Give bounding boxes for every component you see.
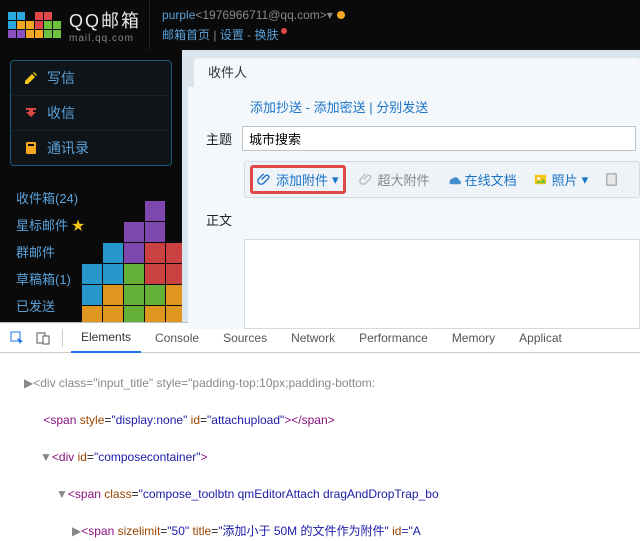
nav-contacts[interactable]: 通讯录 <box>11 131 171 165</box>
devtools-dom-tree[interactable]: ▶<div class="input_title" style="padding… <box>0 353 640 541</box>
inspect-icon[interactable] <box>6 327 28 349</box>
compose-toolbar: 添加附件 ▾ 超大附件 在线文档 照片 ▾ <box>244 161 640 198</box>
device-icon[interactable] <box>32 327 54 349</box>
contacts-icon <box>23 140 39 156</box>
body-label: 正文 <box>196 210 242 229</box>
document-icon <box>604 172 619 187</box>
subject-label: 主题 <box>196 129 242 148</box>
paperclip-large-icon <box>359 172 374 187</box>
link-settings[interactable]: 设置 <box>220 28 244 42</box>
online-doc-button[interactable]: 在线文档 <box>446 170 517 189</box>
nav-compose-label: 写信 <box>47 68 75 88</box>
tetris-decoration <box>82 201 182 322</box>
pencil-icon <box>23 70 39 86</box>
paperclip-icon <box>257 172 272 187</box>
body-editor[interactable] <box>244 239 640 329</box>
link-add-bcc[interactable]: 添加密送 <box>314 100 366 115</box>
subject-input[interactable] <box>242 126 636 151</box>
attach-button[interactable]: 添加附件 ▾ <box>257 170 339 189</box>
status-dot-icon <box>337 11 345 19</box>
link-add-cc[interactable]: 添加抄送 <box>250 100 302 115</box>
tab-recipient[interactable]: 收件人 <box>194 58 640 87</box>
nav-contacts-label: 通讯录 <box>47 138 89 158</box>
link-mail-home[interactable]: 邮箱首页 <box>162 28 210 42</box>
new-badge-icon <box>281 28 287 34</box>
link-send-separate[interactable]: 分别发送 <box>376 100 428 115</box>
brand-subtitle: mail.qq.com <box>69 33 141 44</box>
photo-icon <box>533 172 548 187</box>
devtools-tab-console[interactable]: Console <box>145 323 209 353</box>
devtools-tab-network[interactable]: Network <box>281 323 345 353</box>
photo-button[interactable]: 照片 ▾ <box>533 170 589 189</box>
brand-title: QQ邮箱 <box>69 7 141 33</box>
nav-receive[interactable]: 收信 <box>11 96 171 131</box>
devtools-tab-elements[interactable]: Elements <box>71 323 141 353</box>
devtools-tab-performance[interactable]: Performance <box>349 323 438 353</box>
devtools-tab-memory[interactable]: Memory <box>442 323 505 353</box>
user-name: purple <box>162 8 195 22</box>
cloud-doc-icon <box>446 172 461 187</box>
big-attach-button[interactable]: 超大附件 <box>359 170 430 189</box>
nav-compose[interactable]: 写信 <box>11 61 171 96</box>
tetris-logo <box>8 12 61 38</box>
nav-receive-label: 收信 <box>47 103 75 123</box>
devtools-tab-sources[interactable]: Sources <box>213 323 277 353</box>
link-skin[interactable]: 换肤 <box>255 28 279 42</box>
more-toolbar-button[interactable] <box>604 172 619 187</box>
devtools-tab-application[interactable]: Applicat <box>509 323 572 353</box>
user-email: <1976966711@qq.com> <box>195 8 326 22</box>
inbox-icon <box>23 105 39 121</box>
